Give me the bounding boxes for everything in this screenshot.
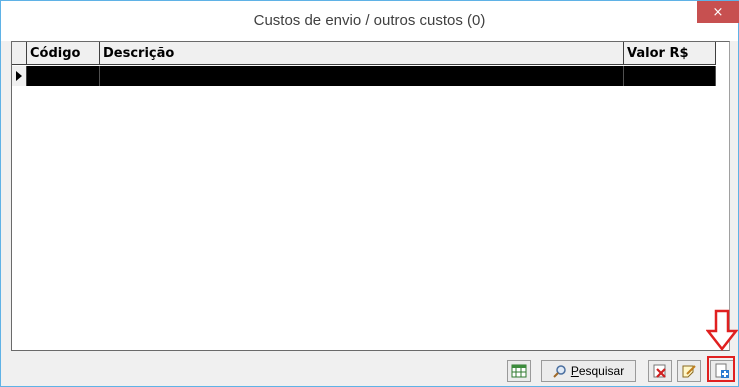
dialog-window: Custos de envio / outros custos (0) × Có… — [0, 0, 739, 387]
search-label-text: esquisar — [578, 364, 625, 378]
button-bar: Pesquisar — [1, 351, 738, 386]
column-header-codigo[interactable]: Código — [27, 42, 100, 65]
row-pointer-icon — [16, 71, 22, 81]
costs-grid[interactable]: Código Descrição Valor R$ — [11, 41, 730, 351]
close-button[interactable]: × — [697, 1, 739, 23]
window-title: Custos de envio / outros custos (0) — [253, 12, 486, 29]
delete-record-icon — [653, 364, 666, 378]
edit-button[interactable] — [677, 360, 701, 382]
excel-export-icon — [511, 364, 527, 378]
add-button[interactable] — [710, 360, 734, 382]
cell-codigo[interactable] — [27, 66, 100, 86]
row-indicator — [12, 66, 27, 86]
down-arrow-icon — [706, 309, 738, 352]
delete-button[interactable] — [648, 360, 672, 382]
column-header-valor[interactable]: Valor R$ — [624, 42, 716, 65]
add-record-icon — [715, 363, 729, 378]
search-button-label: Pesquisar — [571, 364, 624, 378]
search-accelerator: P — [570, 364, 579, 378]
column-header-descricao[interactable]: Descrição — [100, 42, 624, 65]
search-icon — [553, 365, 566, 378]
cell-valor[interactable] — [624, 66, 716, 86]
cell-descricao[interactable] — [100, 66, 624, 86]
search-button[interactable]: Pesquisar — [541, 360, 636, 382]
export-excel-button[interactable] — [507, 360, 531, 382]
header-indicator-cell — [12, 42, 27, 65]
grid-header: Código Descrição Valor R$ — [12, 42, 716, 66]
title-bar: Custos de envio / outros custos (0) × — [1, 1, 739, 41]
edit-record-icon — [682, 365, 696, 378]
table-row[interactable] — [12, 66, 716, 86]
